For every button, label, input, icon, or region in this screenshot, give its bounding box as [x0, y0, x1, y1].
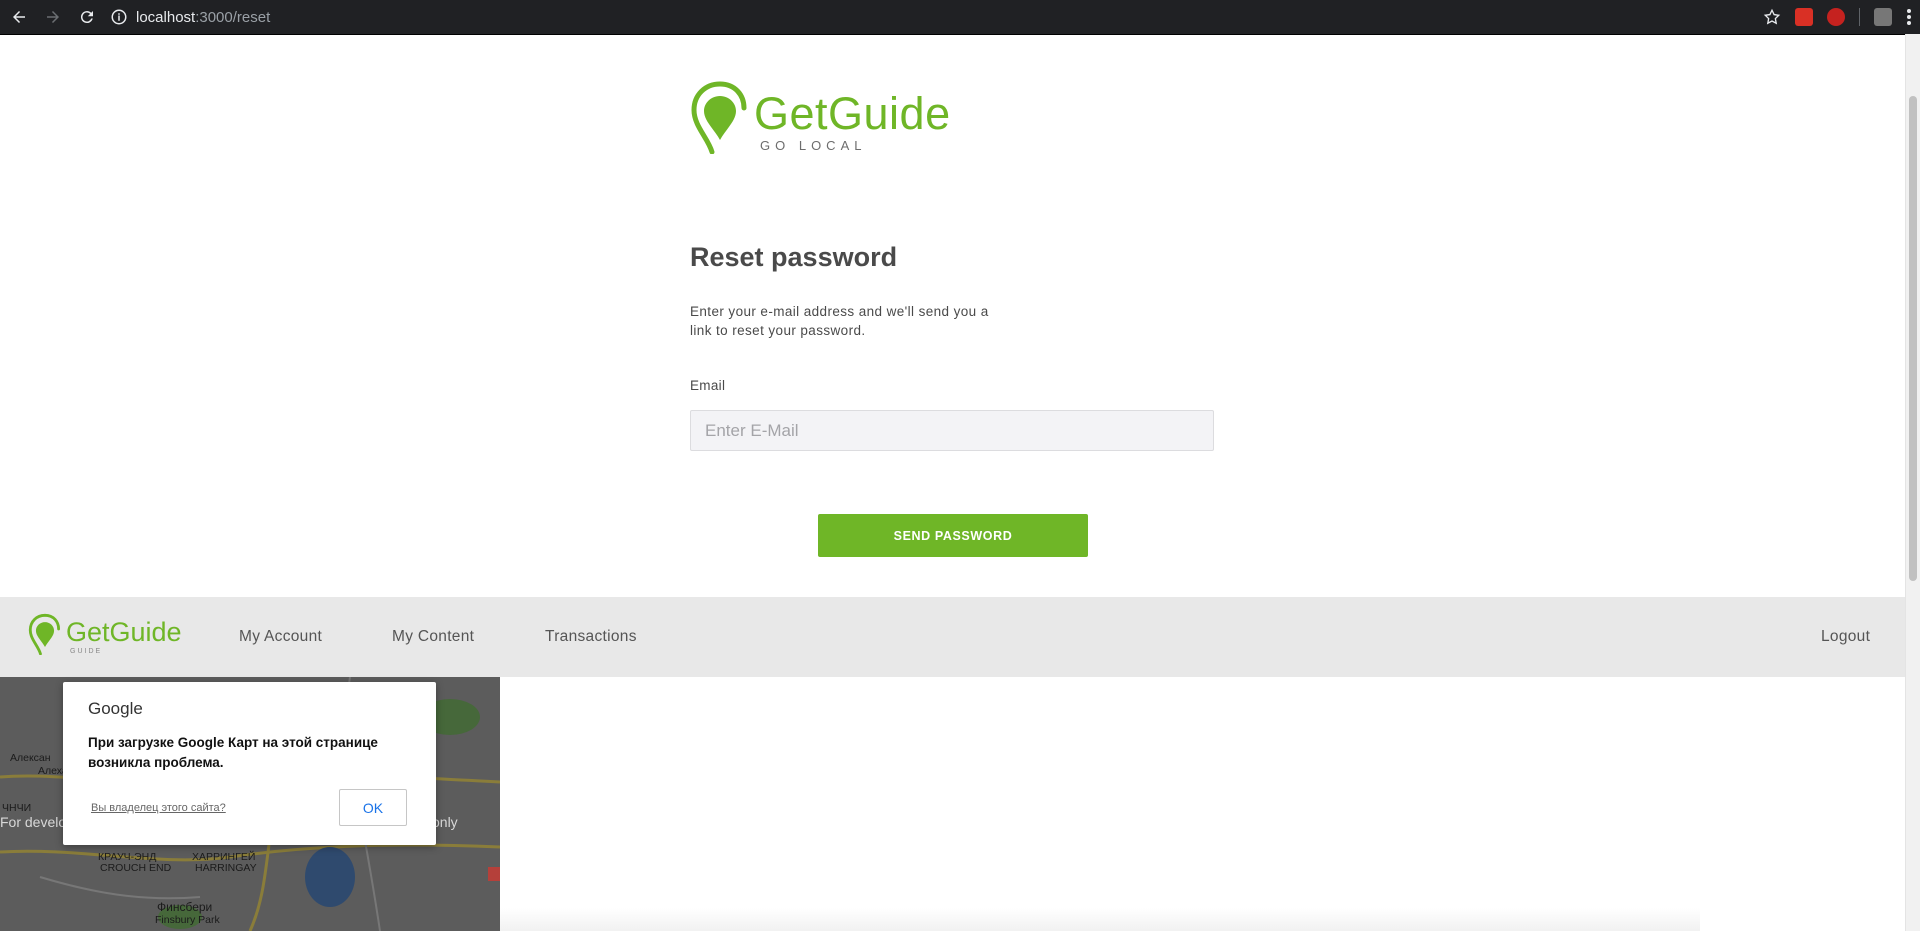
arrow-left-icon [13, 11, 25, 23]
browser-toolbar: localhost:3000/reset [0, 0, 1920, 35]
map-place-label: Алексан [10, 752, 51, 764]
send-password-button[interactable]: SEND PASSWORD [818, 514, 1088, 557]
extension-shield-icon[interactable] [1827, 8, 1845, 26]
google-logo: Google [88, 699, 143, 718]
content-shadow [500, 908, 1700, 931]
email-field[interactable] [690, 410, 1214, 451]
site-owner-link[interactable]: Вы владелец этого сайта? [91, 802, 226, 814]
email-label: Email [690, 378, 726, 393]
toolbar-divider [1859, 8, 1860, 26]
nav-my-content[interactable]: My Content [392, 628, 474, 646]
map-pin-logo-icon [691, 81, 747, 154]
reload-icon [80, 11, 93, 24]
scrollbar-thumb[interactable] [1909, 96, 1917, 581]
reload-button[interactable] [72, 2, 102, 32]
page-scrollbar[interactable] [1905, 34, 1920, 931]
url-host: localhost [136, 8, 196, 26]
brand-name: GetGuide [754, 88, 951, 139]
map-dev-notice: For develo [0, 814, 67, 830]
profile-avatar-icon[interactable] [1874, 8, 1892, 26]
menu-kebab-icon[interactable] [1906, 8, 1912, 26]
brand-tagline: GO LOCAL [760, 138, 867, 153]
footer-nav: GetGuide GUIDE My Account My Content Tra… [0, 597, 1905, 677]
footer-brand-tagline: GUIDE [70, 648, 103, 655]
footer-brand-name: GetGuide [66, 617, 182, 647]
logout-link[interactable]: Logout [1821, 628, 1870, 646]
map-place-label: HARRINGAY [195, 862, 257, 874]
info-icon[interactable] [110, 8, 128, 26]
map-place-label: CROUCH END [100, 862, 172, 874]
page-title: Reset password [690, 242, 898, 272]
address-bar[interactable]: localhost:3000/reset [110, 4, 270, 30]
bookmark-star-icon[interactable] [1763, 8, 1781, 26]
maps-error-message: При загрузке Google Карт на этой страниц… [88, 735, 378, 770]
arrow-right-icon [47, 11, 59, 23]
forward-button[interactable] [38, 2, 68, 32]
footer-logo[interactable]: GetGuide GUIDE [28, 613, 182, 663]
nav-my-account[interactable]: My Account [239, 628, 322, 646]
map-place-label: Finsbury Park [155, 914, 220, 926]
extension-red-icon[interactable] [1795, 8, 1813, 26]
back-button[interactable] [4, 2, 34, 32]
map-pin-logo-icon [28, 613, 61, 655]
map-place-label: Финсбери [157, 900, 213, 914]
ok-button[interactable]: OK [339, 789, 407, 826]
nav-transactions[interactable]: Transactions [545, 628, 637, 646]
maps-error-dialog: Google При загрузке Google Карт на этой … [63, 682, 436, 845]
map-place-label: ЧНЧИ [2, 802, 32, 814]
page-description: Enter your e-mail address and we'll send… [690, 304, 989, 338]
main-logo[interactable]: GetGuide GO LOCAL [690, 80, 950, 160]
url-path: :3000/reset [195, 8, 271, 26]
